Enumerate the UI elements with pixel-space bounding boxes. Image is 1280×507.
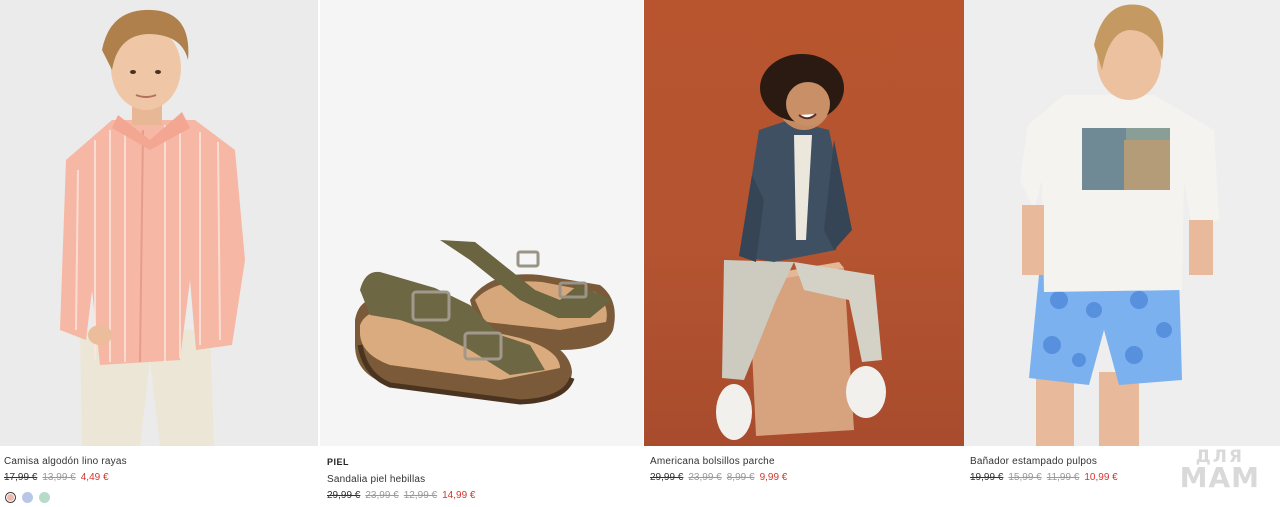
product-card[interactable]: Camisa algodón lino rayas 17,99 € 13,99 €… [0, 0, 318, 507]
product-prices: 29,99 € 23,99 € 8,99 € 9,99 € [650, 471, 958, 484]
product-card[interactable]: Americana bolsillos parche 29,99 € 23,99 … [644, 0, 964, 507]
boy-swim-shorts-photo [1020, 4, 1219, 446]
price-previous: 12,99 € [403, 490, 438, 501]
product-image[interactable] [0, 0, 318, 446]
boy-blazer-photo [716, 54, 886, 440]
price-previous: 8,99 € [726, 472, 755, 483]
product-image[interactable] [644, 0, 964, 446]
boy-pink-shirt-photo [60, 9, 245, 446]
sandals-photo [355, 240, 615, 405]
color-swatches [4, 492, 314, 503]
product-name[interactable]: Camisa algodón lino rayas [4, 455, 314, 468]
price-original: 19,99 € [970, 472, 1004, 483]
price-previous: 23,99 € [365, 490, 399, 501]
watermark-line-2: МАМ [1179, 461, 1260, 494]
price-previous: 13,99 € [42, 472, 76, 483]
color-swatch-blue[interactable] [22, 492, 33, 503]
product-prices: 29,99 € 23,99 € 12,99 € 14,99 € [327, 489, 637, 502]
price-sale: 4,49 € [80, 472, 109, 483]
product-name[interactable]: Sandalia piel hebillas [327, 473, 637, 486]
price-previous: 11,99 € [1046, 472, 1080, 483]
product-prices: 17,99 € 13,99 € 4,49 € [4, 471, 314, 484]
product-info: PIEL Sandalia piel hebillas 29,99 € 23,99… [320, 446, 643, 502]
price-sale: 9,99 € [759, 472, 788, 483]
product-tag: PIEL [327, 457, 350, 467]
color-swatch-pink[interactable] [5, 492, 16, 503]
color-swatch-green[interactable] [39, 492, 50, 503]
price-original: 17,99 € [4, 472, 38, 483]
product-info: Camisa algodón lino rayas 17,99 € 13,99 €… [0, 446, 318, 503]
product-image[interactable] [320, 0, 643, 446]
product-image[interactable] [964, 0, 1280, 446]
product-info: Americana bolsillos parche 29,99 € 23,99 … [644, 446, 964, 484]
price-previous: 23,99 € [688, 472, 722, 483]
price-previous: 15,99 € [1008, 472, 1042, 483]
price-sale: 14,99 € [442, 490, 476, 501]
product-grid: Camisa algodón lino rayas 17,99 € 13,99 €… [0, 0, 1280, 507]
price-original: 29,99 € [327, 490, 361, 501]
product-card[interactable]: Bañador estampado pulpos 19,99 €15,99 €1… [964, 0, 1280, 507]
price-sale: 10,99 € [1084, 472, 1118, 483]
price-original: 29,99 € [650, 472, 684, 483]
product-card[interactable]: PIEL Sandalia piel hebillas 29,99 € 23,99… [320, 0, 643, 507]
product-name[interactable]: Americana bolsillos parche [650, 455, 958, 468]
watermark-logo: ДЛЯ МАМ [1179, 449, 1260, 494]
